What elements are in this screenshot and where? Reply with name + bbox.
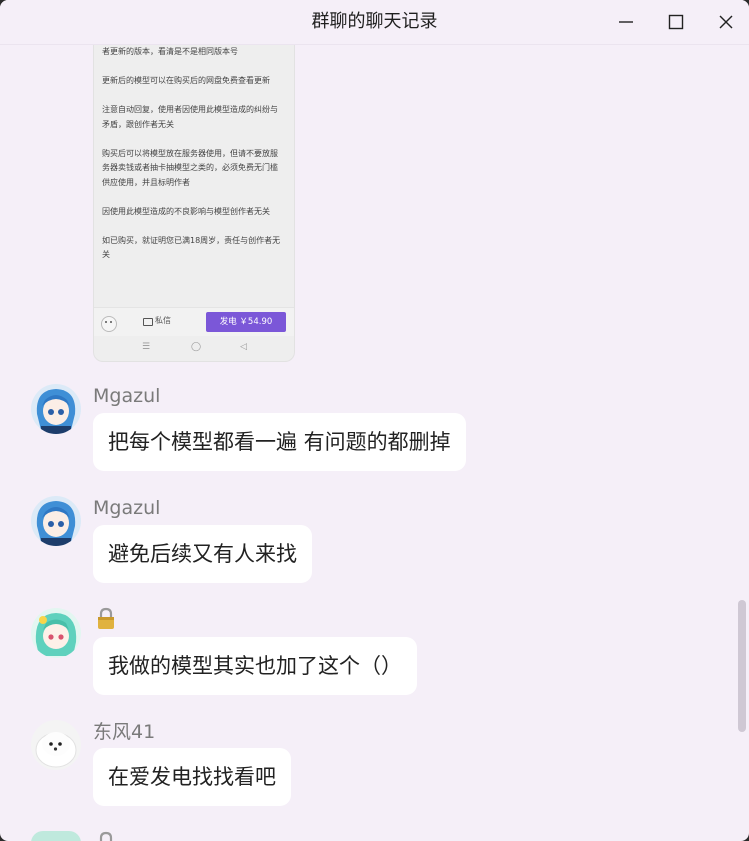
message-bubble[interactable]: 把每个模型都看一遍 有问题的都删掉 [93,413,466,471]
close-button[interactable] [711,8,741,36]
avatar[interactable] [31,496,81,546]
blue-hair-anime-avatar-icon [31,496,81,546]
author-avatar-icon [101,316,117,332]
teal-hair-anime-avatar-icon [31,608,81,658]
screenshot-paragraph: 如已购买，就证明您已满18周岁，责任与创作者无关 [102,235,281,260]
menu-icon: ☰ [142,342,151,352]
message-bubble[interactable]: 在爱发电找找看吧 [93,748,291,806]
avatar[interactable] [31,608,81,658]
screenshot-bottom-bar: 私信 发电 ￥54.90 [94,307,294,336]
scrollbar-thumb[interactable] [738,600,746,732]
minimize-icon [619,21,633,23]
title-bar: 群聊的聊天记录 [0,0,749,45]
lock-icon [98,607,114,629]
minimize-button[interactable] [611,8,641,36]
sender-name: Mgazul [93,497,161,519]
screenshot-paragraph: 者更新的版本，看清是不是相同版本号 [102,47,238,56]
screenshot-paragraph: 注意自动回复，使用者因使用此模型造成的纠纷与矛盾，跟创作者无关 [102,105,278,129]
screenshot-paragraph: 更新后的模型可以在购买后的网盘免费查看更新 [102,76,270,85]
back-icon: ◁ [240,342,247,352]
message-bubble[interactable]: 我做的模型其实也加了这个（） [93,637,417,695]
screenshot-nav-bar: ☰ ◯ ◁ [94,337,294,361]
blue-hair-anime-avatar-icon [31,384,81,434]
message-bubble[interactable]: 避免后续又有人来找 [93,525,312,583]
sender-name: Mgazul [93,385,161,407]
chat-history-window: 群聊的聊天记录 者更新的版本，看清是不是相同版本号 更新后的模型可以在购买后的网… [0,0,749,841]
maximize-icon [668,14,684,30]
maximize-button[interactable] [661,8,691,36]
private-message-label: 私信 [155,316,171,325]
avatar[interactable] [31,720,81,770]
white-dog-avatar-icon [31,720,81,770]
screenshot-paragraph: 购买后可以将模型放在服务器使用，但请不要放服务器卖钱或者抽卡抽模型之类的，必须免… [102,148,278,187]
shared-screenshot-image[interactable]: 者更新的版本，看清是不是相同版本号 更新后的模型可以在购买后的网盘免费查看更新 … [93,45,295,362]
screenshot-text: 者更新的版本，看清是不是相同版本号 更新后的模型可以在购买后的网盘免费查看更新 … [102,45,284,277]
avatar[interactable] [31,831,81,841]
mail-icon [143,318,153,326]
avatar[interactable] [31,384,81,434]
sender-name: 东风41 [93,721,156,743]
sponsor-button: 发电 ￥54.90 [206,312,286,332]
lock-icon [99,831,113,841]
close-icon [719,15,733,29]
screenshot-paragraph: 因使用此模型造成的不良影响与模型创作者无关 [102,206,270,216]
chat-message-list[interactable]: 者更新的版本，看清是不是相同版本号 更新后的模型可以在购买后的网盘免费查看更新 … [0,45,749,841]
home-icon: ◯ [191,342,202,352]
